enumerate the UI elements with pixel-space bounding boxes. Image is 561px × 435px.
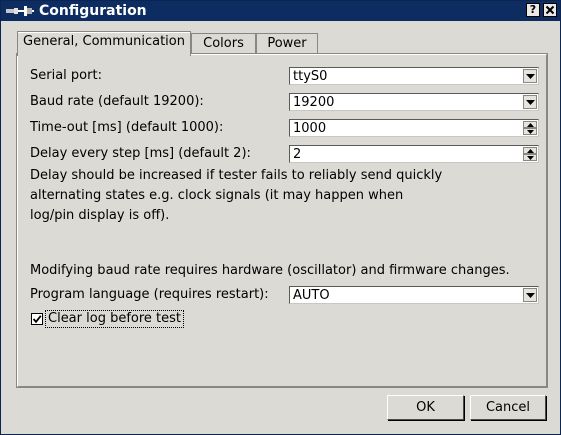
connector-icon [5, 4, 35, 18]
delay-value: 2 [293, 147, 302, 162]
chevron-down-icon [526, 100, 535, 105]
delay-label: Delay every step [ms] (default 2): [30, 146, 251, 161]
delay-note-line: alternating states e.g. clock signals (i… [30, 188, 404, 203]
timeout-value: 1000 [293, 121, 327, 136]
help-button[interactable]: ? [526, 3, 540, 17]
language-value: AUTO [293, 288, 330, 303]
baud-rate-value: 19200 [293, 95, 335, 110]
delay-stepper [523, 147, 537, 161]
serial-port-select[interactable]: ttyS0 [289, 67, 539, 85]
arrow-down-icon [527, 130, 534, 134]
delay-note-line: Delay should be increased if tester fail… [30, 168, 443, 183]
serial-port-label: Serial port: [30, 68, 102, 83]
baud-rate-dropdown-button[interactable] [523, 95, 537, 109]
arrow-down-icon [527, 156, 534, 160]
arrow-up-icon [527, 123, 534, 127]
title-bar[interactable]: Configuration ? [1, 1, 560, 21]
timeout-stepper [523, 121, 537, 135]
language-dropdown-button[interactable] [523, 288, 537, 302]
close-icon [545, 5, 555, 15]
delay-spinbox[interactable]: 2 [289, 145, 539, 163]
close-button[interactable] [543, 3, 557, 17]
tab-power[interactable]: Power [256, 33, 318, 55]
timeout-spinbox[interactable]: 1000 [289, 119, 539, 137]
serial-port-dropdown-button[interactable] [523, 69, 537, 83]
timeout-decrement-button[interactable] [523, 128, 537, 135]
language-label: Program language (requires restart): [30, 287, 269, 302]
baud-rate-select[interactable]: 19200 [289, 93, 539, 111]
baud-rate-note: Modifying baud rate requires hardware (o… [30, 263, 510, 278]
clear-log-checkbox[interactable] [31, 313, 43, 325]
clear-log-label[interactable]: Clear log before test [45, 310, 185, 328]
ok-button[interactable]: OK [387, 395, 464, 420]
serial-port-value: ttyS0 [293, 69, 328, 84]
baud-rate-label: Baud rate (default 19200): [30, 94, 204, 109]
timeout-label: Time-out [ms] (default 1000): [30, 120, 224, 135]
delay-increment-button[interactable] [523, 147, 537, 154]
delay-note-line: log/pin display is off). [30, 208, 170, 223]
arrow-up-icon [527, 149, 534, 153]
tab-colors[interactable]: Colors [191, 33, 256, 55]
delay-decrement-button[interactable] [523, 154, 537, 161]
chevron-down-icon [526, 293, 535, 298]
checkmark-icon [32, 315, 42, 324]
chevron-down-icon [526, 74, 535, 79]
timeout-increment-button[interactable] [523, 121, 537, 128]
tab-general-communication[interactable]: General, Communication [17, 31, 191, 56]
language-select[interactable]: AUTO [289, 286, 539, 304]
cancel-button[interactable]: Cancel [470, 395, 546, 420]
delay-note: Delay should be increased if tester fail… [30, 166, 450, 226]
configuration-dialog: Configuration ? General, Communication C… [0, 0, 561, 435]
window-title: Configuration [39, 3, 147, 19]
